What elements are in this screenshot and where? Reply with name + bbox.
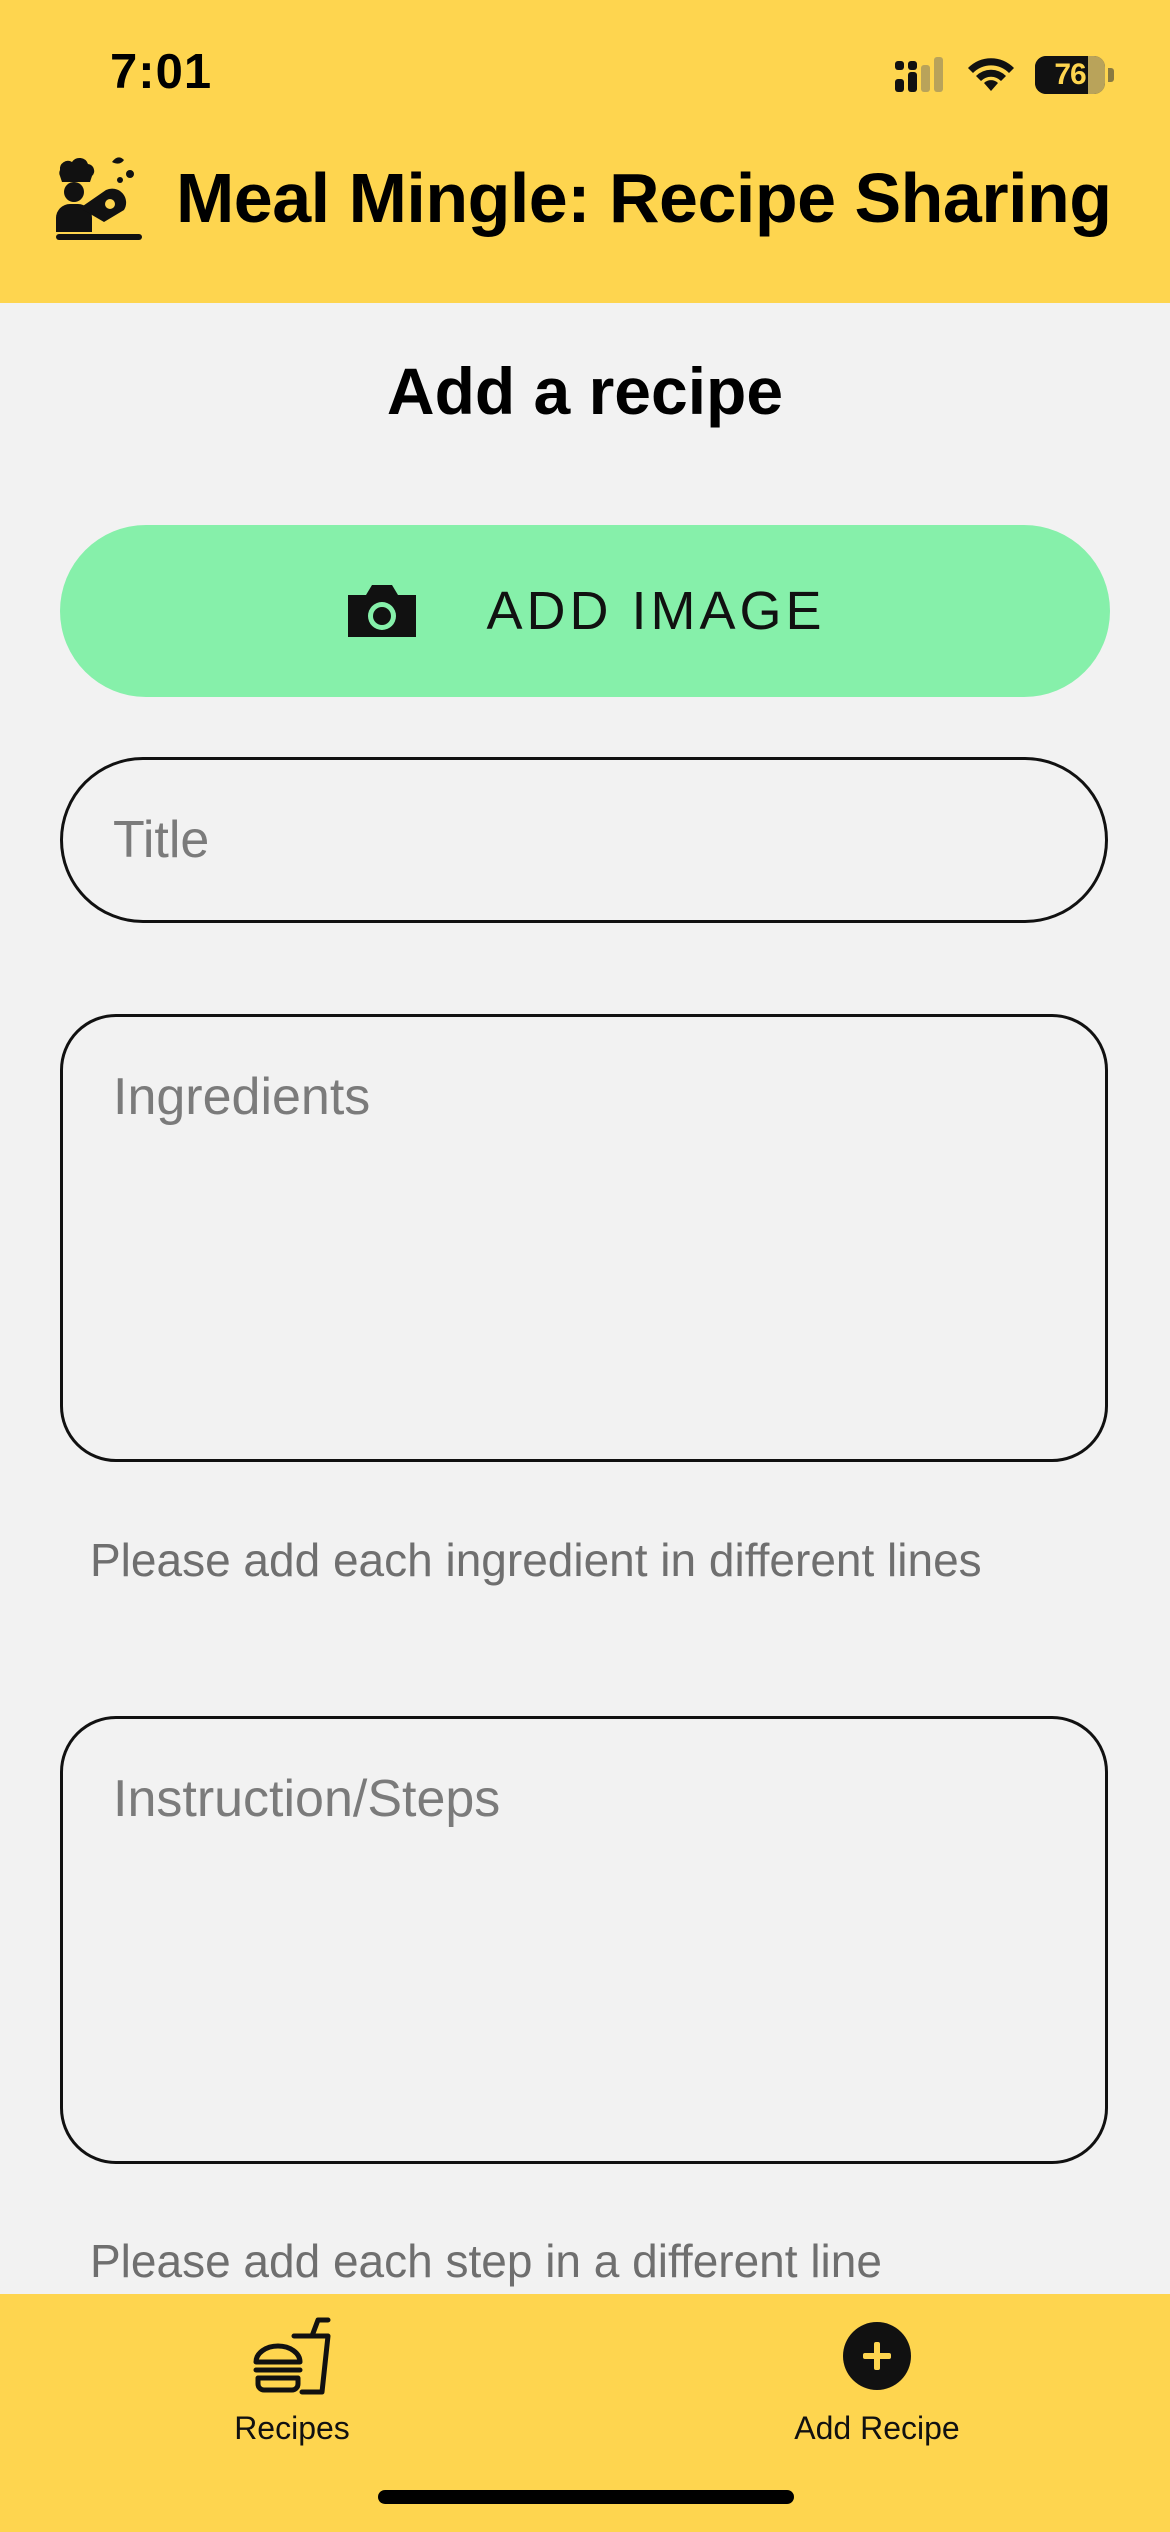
tab-add-recipe-label: Add Recipe: [794, 2410, 960, 2446]
page-title: Add a recipe: [386, 354, 784, 428]
status-time: 7:01: [110, 45, 213, 99]
battery-empty: [1088, 56, 1105, 94]
app-header: 7:01 76 Meal Mingle: Recipe Sharing: [0, 0, 1170, 303]
home-indicator: [378, 2490, 794, 2504]
ingredients-hint: Please add each ingredient in different …: [90, 1534, 982, 1586]
steps-hint: Please add each step in a different line: [90, 2235, 882, 2287]
cellular-signal-icon: [895, 57, 943, 92]
status-icons: 76: [893, 54, 1114, 96]
steps-input[interactable]: [60, 1716, 1108, 2164]
chef-cooking-logo-icon: [56, 157, 142, 240]
title-input[interactable]: [60, 757, 1108, 923]
battery-level: 76: [1054, 58, 1086, 91]
plus-circle-icon: [843, 2322, 911, 2390]
wifi-icon: [968, 58, 1014, 91]
tab-add-recipe[interactable]: Add Recipe: [727, 2314, 1027, 2464]
app-title: Meal Mingle: Recipe Sharing: [176, 159, 1112, 237]
add-image-label: ADD IMAGE: [486, 581, 826, 641]
tab-recipes[interactable]: Recipes: [142, 2314, 442, 2464]
tab-recipes-label: Recipes: [234, 2410, 350, 2446]
camera-icon: [348, 585, 417, 637]
battery-icon: 76: [1035, 56, 1105, 94]
battery-nub: [1108, 68, 1114, 82]
add-image-button[interactable]: ADD IMAGE: [60, 525, 1110, 697]
ingredients-input[interactable]: [60, 1014, 1108, 1462]
burger-drink-icon: [253, 2317, 331, 2395]
